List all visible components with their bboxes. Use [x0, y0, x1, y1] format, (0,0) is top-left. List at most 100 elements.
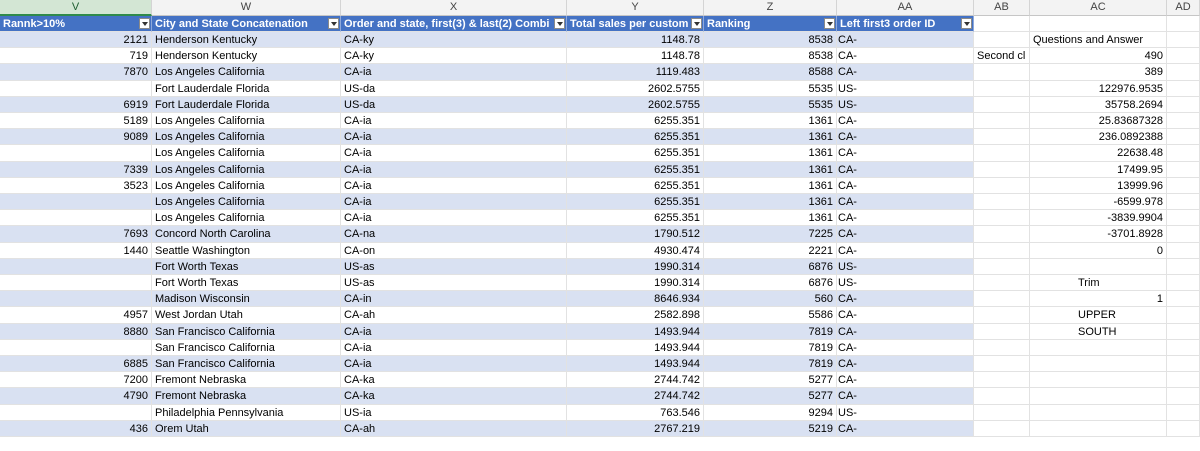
cell-ac[interactable]: Trim	[1030, 275, 1167, 292]
cell-rank[interactable]: 9089	[0, 129, 152, 146]
cell-ad[interactable]	[1167, 161, 1200, 178]
cell-rank[interactable]	[0, 145, 152, 162]
cell-rank[interactable]: 6885	[0, 356, 152, 373]
cell-ad[interactable]	[1167, 80, 1200, 97]
cell-ad[interactable]	[1167, 258, 1200, 275]
cell-order-state[interactable]: CA-ia	[341, 64, 567, 81]
cell-rank[interactable]: 7870	[0, 64, 152, 81]
cell-city-state[interactable]: Los Angeles California	[152, 177, 341, 194]
cell-ac[interactable]: Questions and Answer	[1030, 32, 1167, 49]
cell-left-first3[interactable]: CA-	[837, 145, 974, 162]
cell-rank[interactable]: 6919	[0, 96, 152, 113]
cell-ab[interactable]	[974, 210, 1030, 227]
cell-rank[interactable]: 1440	[0, 242, 152, 259]
cell-ad[interactable]	[1167, 372, 1200, 389]
cell-left-first3[interactable]: CA-	[837, 161, 974, 178]
cell-rank[interactable]	[0, 80, 152, 97]
cell-total-sales[interactable]: 6255.351	[567, 129, 704, 146]
cell-rank[interactable]	[0, 291, 152, 308]
header-cell-total-sales[interactable]: Total sales per custom	[567, 16, 704, 33]
cell-ab[interactable]	[974, 323, 1030, 340]
cell-ac[interactable]: 25.83687328	[1030, 113, 1167, 130]
cell-total-sales[interactable]: 1493.944	[567, 323, 704, 340]
cell-ad[interactable]	[1167, 210, 1200, 227]
cell-ab[interactable]	[974, 80, 1030, 97]
header-cell-ranking[interactable]: Ranking	[704, 16, 837, 33]
cell-left-first3[interactable]: CA-	[837, 323, 974, 340]
cell-rank[interactable]: 2121	[0, 32, 152, 49]
cell-total-sales[interactable]: 2767.219	[567, 420, 704, 437]
cell-ad[interactable]	[1167, 113, 1200, 130]
cell-order-state[interactable]: CA-ka	[341, 372, 567, 389]
cell-ac[interactable]	[1030, 420, 1167, 437]
cell-rank[interactable]: 3523	[0, 177, 152, 194]
cell-city-state[interactable]: Fort Lauderdale Florida	[152, 80, 341, 97]
cell-ab[interactable]	[974, 96, 1030, 113]
cell-city-state[interactable]: Orem Utah	[152, 420, 341, 437]
column-header-ac[interactable]: AC	[1030, 0, 1167, 16]
cell-order-state[interactable]: US-da	[341, 80, 567, 97]
cell-city-state[interactable]: Madison Wisconsin	[152, 291, 341, 308]
cell-ad[interactable]	[1167, 356, 1200, 373]
cell-total-sales[interactable]: 763.546	[567, 404, 704, 421]
cell-ranking[interactable]: 5535	[704, 96, 837, 113]
cell-ranking[interactable]: 1361	[704, 145, 837, 162]
cell-left-first3[interactable]: CA-	[837, 32, 974, 49]
cell-total-sales[interactable]: 1493.944	[567, 339, 704, 356]
cell-ad[interactable]	[1167, 242, 1200, 259]
cell-ac[interactable]	[1030, 356, 1167, 373]
cell-ranking[interactable]: 1361	[704, 113, 837, 130]
cell-ad[interactable]	[1167, 388, 1200, 405]
cell-order-state[interactable]: CA-ia	[341, 145, 567, 162]
column-header-y[interactable]: Y	[567, 0, 704, 16]
header-cell-rank[interactable]: Rannk>10%	[0, 16, 152, 33]
cell-total-sales[interactable]: 2744.742	[567, 372, 704, 389]
cell-ac[interactable]: 35758.2694	[1030, 96, 1167, 113]
cell-rank[interactable]	[0, 404, 152, 421]
cell-rank[interactable]: 7200	[0, 372, 152, 389]
cell-left-first3[interactable]: CA-	[837, 372, 974, 389]
column-header-w[interactable]: W	[152, 0, 341, 16]
cell-total-sales[interactable]: 4930.474	[567, 242, 704, 259]
cell-city-state[interactable]: Fort Worth Texas	[152, 258, 341, 275]
cell-order-state[interactable]: CA-ka	[341, 388, 567, 405]
cell-total-sales[interactable]: 6255.351	[567, 161, 704, 178]
cell-left-first3[interactable]: CA-	[837, 177, 974, 194]
cell-ac[interactable]	[1030, 388, 1167, 405]
cell-ranking[interactable]: 6876	[704, 258, 837, 275]
cell-rank[interactable]: 7693	[0, 226, 152, 243]
cell-ranking[interactable]: 1361	[704, 161, 837, 178]
cell-total-sales[interactable]: 6255.351	[567, 113, 704, 130]
cell-ad[interactable]	[1167, 291, 1200, 308]
header-cell-left-first3[interactable]: Left first3 order ID	[837, 16, 974, 33]
cell-ranking[interactable]: 7225	[704, 226, 837, 243]
cell-rank[interactable]: 8880	[0, 323, 152, 340]
cell-ab-header[interactable]	[974, 16, 1030, 33]
cell-city-state[interactable]: Los Angeles California	[152, 161, 341, 178]
cell-left-first3[interactable]: CA-	[837, 420, 974, 437]
cell-total-sales[interactable]: 1990.314	[567, 275, 704, 292]
header-cell-order-state[interactable]: Order and state, first(3) & last(2) Comb…	[341, 16, 567, 33]
cell-city-state[interactable]: Los Angeles California	[152, 64, 341, 81]
cell-order-state[interactable]: CA-ah	[341, 307, 567, 324]
cell-ac[interactable]: 17499.95	[1030, 161, 1167, 178]
filter-dropdown-icon[interactable]	[328, 18, 339, 29]
cell-city-state[interactable]: San Francisco California	[152, 339, 341, 356]
filter-dropdown-icon[interactable]	[961, 18, 972, 29]
cell-left-first3[interactable]: US-	[837, 275, 974, 292]
cell-rank[interactable]: 7339	[0, 161, 152, 178]
cell-ad[interactable]	[1167, 129, 1200, 146]
cell-left-first3[interactable]: CA-	[837, 48, 974, 65]
cell-city-state[interactable]: Los Angeles California	[152, 194, 341, 211]
cell-order-state[interactable]: CA-ky	[341, 48, 567, 65]
cell-ac[interactable]: 122976.9535	[1030, 80, 1167, 97]
cell-order-state[interactable]: CA-ah	[341, 420, 567, 437]
cell-order-state[interactable]: CA-ky	[341, 32, 567, 49]
cell-ab[interactable]	[974, 226, 1030, 243]
cell-ranking[interactable]: 7819	[704, 323, 837, 340]
cell-rank[interactable]	[0, 258, 152, 275]
cell-order-state[interactable]: CA-ia	[341, 177, 567, 194]
cell-ab[interactable]	[974, 242, 1030, 259]
cell-ac[interactable]: 236.0892388	[1030, 129, 1167, 146]
cell-ranking[interactable]: 7819	[704, 339, 837, 356]
